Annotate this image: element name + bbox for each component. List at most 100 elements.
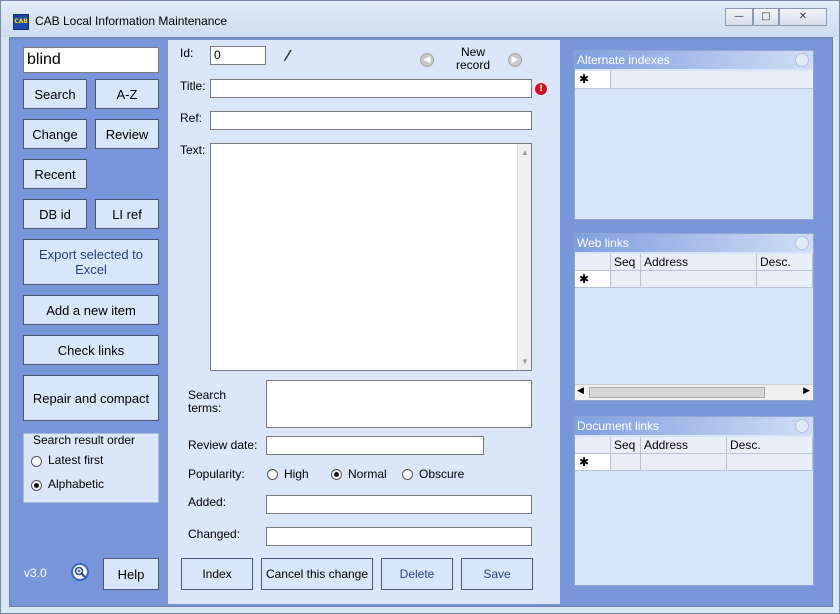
address-header[interactable]: Address xyxy=(641,254,757,271)
delete-button[interactable]: Delete xyxy=(381,558,453,590)
alternate-indexes-row[interactable]: ✱ xyxy=(575,71,813,89)
help-button[interactable]: Help xyxy=(103,558,159,590)
scroll-thumb[interactable] xyxy=(589,387,765,398)
doc-desc-cell[interactable] xyxy=(727,454,813,471)
popularity-high-radio[interactable] xyxy=(267,469,278,480)
error-icon: ! xyxy=(535,83,547,95)
title-bar: CAB CAB Local Information Maintenance — … xyxy=(1,1,839,37)
app-window: CAB CAB Local Information Maintenance — … xyxy=(0,0,840,614)
added-field[interactable] xyxy=(266,495,532,514)
review-date-field[interactable] xyxy=(266,436,484,455)
seq-header[interactable]: Seq xyxy=(611,254,641,271)
save-button[interactable]: Save xyxy=(461,558,533,590)
web-links-scrollbar[interactable]: ◀ ▶ xyxy=(575,384,813,400)
web-links-panel: Web links Seq Address Desc. ✱ ◀ ▶ xyxy=(574,233,814,401)
title-label: Title: xyxy=(180,79,206,93)
search-order-title: Search result order xyxy=(33,433,136,447)
alt-index-cell[interactable] xyxy=(611,71,813,88)
close-button[interactable]: ✕ xyxy=(779,8,827,26)
alternate-indexes-panel: Alternate indexes ✱ xyxy=(574,50,814,220)
alternate-indexes-header: Alternate indexes xyxy=(575,51,813,69)
export-excel-button[interactable]: Export selected to Excel xyxy=(23,239,159,285)
desc-header[interactable]: Desc. xyxy=(757,254,813,271)
panel-close-icon[interactable] xyxy=(795,419,809,433)
previous-arrow-icon[interactable]: ◀ xyxy=(420,53,434,67)
popularity-obscure-radio[interactable] xyxy=(402,469,413,480)
doc-address-cell[interactable] xyxy=(641,454,727,471)
search-order-group: Search result order Latest first Alphabe… xyxy=(23,433,159,503)
close-icon: ✕ xyxy=(798,11,808,22)
new-record-button[interactable]: New record xyxy=(448,46,498,72)
corner-header xyxy=(575,437,611,454)
web-address-cell[interactable] xyxy=(641,271,757,288)
text-area[interactable]: ▲ ▼ xyxy=(210,143,532,371)
alphabetic-label: Alphabetic xyxy=(48,477,105,491)
review-button[interactable]: Review xyxy=(95,119,159,149)
changed-label: Changed: xyxy=(188,527,241,541)
text-scrollbar[interactable]: ▲ ▼ xyxy=(517,144,531,370)
doc-seq-cell[interactable] xyxy=(611,454,641,471)
db-id-button[interactable]: DB id xyxy=(23,199,87,229)
maximize-icon: □ xyxy=(761,11,771,22)
az-button[interactable]: A-Z xyxy=(95,79,159,109)
add-item-button[interactable]: Add a new item xyxy=(23,295,159,325)
web-desc-cell[interactable] xyxy=(757,271,813,288)
scroll-down-icon[interactable]: ▼ xyxy=(521,357,529,366)
zoom-icon[interactable] xyxy=(71,563,89,581)
search-button[interactable]: Search xyxy=(23,79,87,109)
change-button[interactable]: Change xyxy=(23,119,87,149)
left-panel: blind Search A-Z Change Review Recent DB… xyxy=(14,40,162,600)
alternate-indexes-title: Alternate indexes xyxy=(577,53,670,67)
added-label: Added: xyxy=(188,495,227,509)
popularity-label: Popularity: xyxy=(188,467,245,481)
document-links-header: Document links xyxy=(575,417,813,435)
search-terms-field[interactable] xyxy=(266,380,532,428)
id-label: Id: xyxy=(180,46,194,60)
corner-header xyxy=(575,254,611,271)
app-icon: CAB xyxy=(13,14,29,30)
record-form: Id: 0 ◀ New record ▶ Title: ! Ref: Text:… xyxy=(168,40,560,604)
latest-first-radio[interactable] xyxy=(31,456,42,467)
popularity-obscure-label: Obscure xyxy=(419,467,465,481)
check-links-button[interactable]: Check links xyxy=(23,335,159,365)
new-row-icon: ✱ xyxy=(575,271,611,288)
recent-button[interactable]: Recent xyxy=(23,159,87,189)
search-terms-label: Search terms: xyxy=(188,388,227,415)
cancel-change-button[interactable]: Cancel this change xyxy=(261,558,373,590)
web-seq-cell[interactable] xyxy=(611,271,641,288)
ref-field[interactable] xyxy=(210,111,532,130)
id-field[interactable]: 0 xyxy=(210,46,266,65)
new-row-icon: ✱ xyxy=(575,71,611,88)
index-button[interactable]: Index xyxy=(181,558,253,590)
scroll-up-icon[interactable]: ▲ xyxy=(521,148,529,157)
search-input[interactable]: blind xyxy=(23,47,159,73)
desc-header[interactable]: Desc. xyxy=(727,437,813,454)
maximize-button[interactable]: □ xyxy=(753,8,779,26)
seq-header[interactable]: Seq xyxy=(611,437,641,454)
window-title: CAB Local Information Maintenance xyxy=(35,14,228,28)
scroll-right-icon[interactable]: ▶ xyxy=(803,386,810,396)
web-links-header: Web links xyxy=(575,234,813,252)
popularity-normal-label: Normal xyxy=(348,467,387,481)
ref-label: Ref: xyxy=(180,111,203,125)
version-label: v3.0 xyxy=(24,566,47,580)
li-ref-button[interactable]: LI ref xyxy=(95,199,159,229)
address-header[interactable]: Address xyxy=(641,437,727,454)
minimize-icon: — xyxy=(734,11,744,22)
minimize-button[interactable]: — xyxy=(725,8,753,26)
web-links-title: Web links xyxy=(577,236,629,250)
popularity-normal-radio[interactable] xyxy=(331,469,342,480)
edit-pencil-icon xyxy=(282,48,294,62)
text-label: Text: xyxy=(180,143,206,157)
changed-field[interactable] xyxy=(266,527,532,546)
panel-close-icon[interactable] xyxy=(795,53,809,67)
scroll-left-icon[interactable]: ◀ xyxy=(577,386,584,396)
panel-close-icon[interactable] xyxy=(795,236,809,250)
alphabetic-radio[interactable] xyxy=(31,480,42,491)
client-area: blind Search A-Z Change Review Recent DB… xyxy=(9,37,833,607)
next-arrow-icon[interactable]: ▶ xyxy=(508,53,522,67)
title-field[interactable] xyxy=(210,79,532,98)
repair-compact-button[interactable]: Repair and compact xyxy=(23,375,159,421)
popularity-high-label: High xyxy=(284,467,309,481)
latest-first-label: Latest first xyxy=(48,453,104,467)
